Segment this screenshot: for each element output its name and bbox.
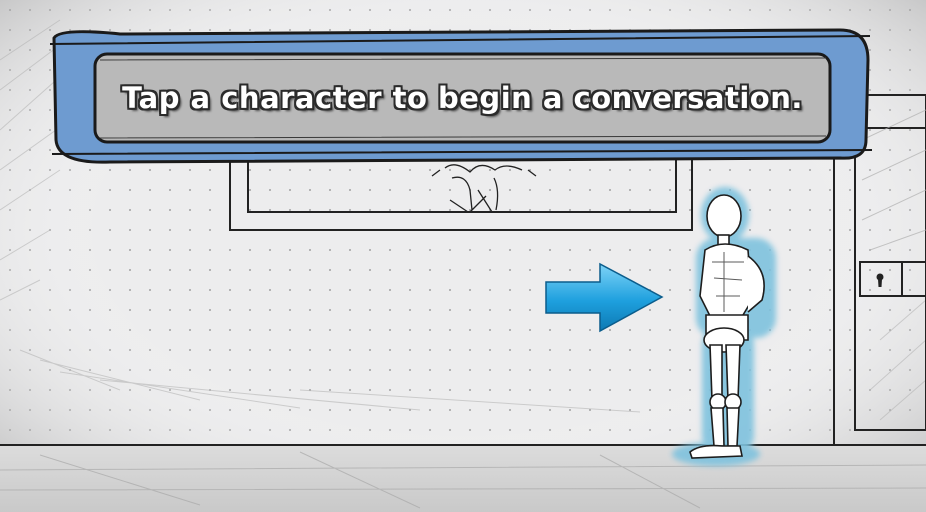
floor [0, 445, 926, 512]
dialog-message: Tap a character to begin a conversation. [122, 81, 803, 115]
game-scene: Tap a character to begin a conversation. [0, 0, 926, 512]
